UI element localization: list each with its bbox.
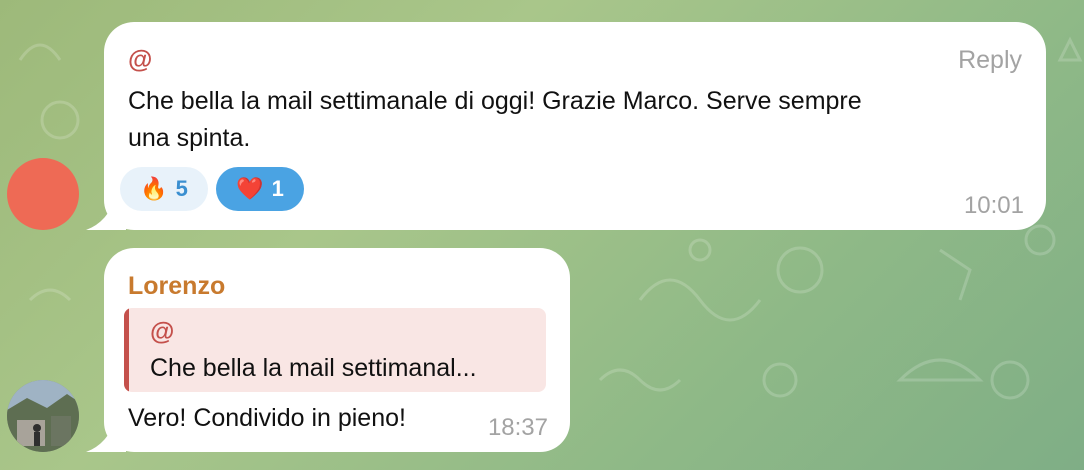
reaction-count: 5 — [175, 176, 188, 201]
reply-link[interactable]: Reply — [958, 46, 1022, 75]
message-text-line-1: Che bella la mail settimanale di oggi! G… — [128, 87, 862, 115]
sender-name[interactable]: Lorenzo — [128, 272, 225, 301]
quote-text: Che bella la mail settimanal... — [150, 354, 477, 382]
reaction-count: 1 — [271, 176, 284, 201]
sender-name[interactable]: @ — [128, 46, 152, 75]
quote-author: @ — [150, 318, 175, 346]
message-time: 18:37 — [487, 414, 548, 441]
avatar-photo-icon — [7, 380, 79, 452]
quote-bar — [124, 308, 129, 392]
avatar-user-red[interactable] — [7, 158, 79, 230]
reaction-heart[interactable]: ❤️ 1 — [216, 167, 304, 211]
message-time: 10:01 — [963, 192, 1024, 219]
reply-quote[interactable]: @ Che bella la mail settimanal... — [124, 308, 546, 392]
heart-icon: ❤️ — [236, 176, 264, 201]
reaction-fire[interactable]: 🔥 5 — [120, 167, 208, 211]
message-bubble[interactable]: @ Reply Che bella la mail settimanale di… — [104, 22, 1046, 230]
avatar-user-photo[interactable] — [7, 380, 79, 452]
fire-icon: 🔥 — [140, 176, 168, 201]
message-text-line-2: una spinta. — [128, 124, 251, 152]
message-bubble[interactable]: Lorenzo @ Che bella la mail settimanal..… — [104, 248, 570, 452]
message-text: Vero! Condivido in pieno! — [128, 404, 406, 432]
